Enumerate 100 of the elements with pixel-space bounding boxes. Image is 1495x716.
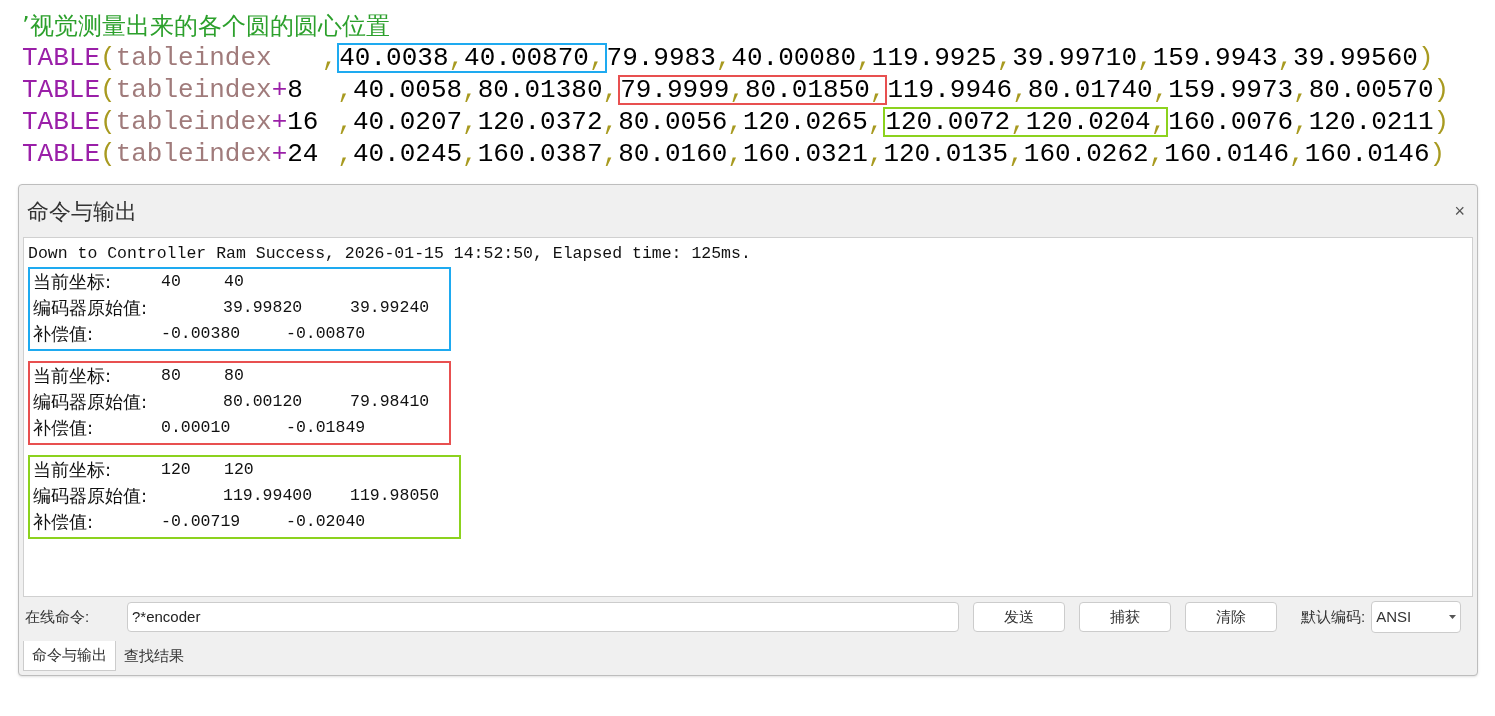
separator: , xyxy=(448,45,465,71)
output-label: 编码器原始值: xyxy=(33,390,148,414)
dropdown-caret-icon xyxy=(1449,615,1457,619)
output-label: 当前坐标: xyxy=(33,364,112,388)
output-value: 0.00010 xyxy=(161,417,231,439)
action-button[interactable]: 发送 xyxy=(973,602,1065,632)
parenthesis: ( xyxy=(100,105,116,139)
output-label: 编码器原始值: xyxy=(33,484,148,508)
action-button[interactable]: 捕获 xyxy=(1079,602,1171,632)
number-value: 159.9943 xyxy=(1152,41,1278,75)
number-value: 119.9925 xyxy=(871,41,997,75)
separator: , xyxy=(1150,109,1167,135)
number-value: 80.00570 xyxy=(1308,73,1434,107)
number-value: 120.0211 xyxy=(1308,105,1434,139)
number-value: 160.0262 xyxy=(1023,137,1149,171)
output-value: 120 xyxy=(161,459,191,481)
number-value: 80.0160 xyxy=(618,137,728,171)
number-value: 160.0321 xyxy=(742,137,868,171)
variable-name: tableindex xyxy=(115,105,272,139)
output-value: 80.00120 xyxy=(223,391,303,413)
output-value: -0.01849 xyxy=(286,417,366,439)
separator: , xyxy=(729,77,745,103)
separator: , xyxy=(602,137,619,171)
command-field[interactable]: ?*encoder xyxy=(127,602,959,632)
separator: , xyxy=(1289,137,1305,171)
separator: , xyxy=(727,137,743,171)
encoding-label: 默认编码: xyxy=(1301,606,1366,627)
panel-tab[interactable]: 查找结果 xyxy=(116,641,192,671)
output-value: 80 xyxy=(161,365,181,387)
number-value: 40.00080 xyxy=(731,41,857,75)
number-value: 40.0058 xyxy=(352,73,463,107)
number-value: 120.0372 xyxy=(477,105,603,139)
separator: , xyxy=(1293,105,1309,139)
panel-title: 命令与输出 xyxy=(27,197,137,226)
code-comment: ’视觉测量出来的各个圆的圆心位置 xyxy=(22,11,391,42)
separator: , xyxy=(1152,73,1169,107)
number-value: 80.01740 xyxy=(1027,73,1153,107)
number-value: 39.99560 xyxy=(1293,41,1418,75)
keyword: TABLE xyxy=(22,105,100,139)
number-value: 160.0076 xyxy=(1168,105,1294,139)
separator: , xyxy=(602,73,619,107)
separator: , xyxy=(602,105,619,139)
parenthesis: ( xyxy=(100,41,116,75)
operator: + xyxy=(271,105,288,139)
number-value: 120.0072 xyxy=(885,109,1011,135)
separator: , xyxy=(996,41,1013,75)
output-label: 补偿值: xyxy=(33,322,94,346)
number-value: 40.0038 xyxy=(339,45,449,71)
offset-number: 8 xyxy=(287,74,303,105)
separator: , xyxy=(1277,41,1294,75)
output-value: 80 xyxy=(224,365,244,387)
panel-tab[interactable]: 命令与输出 xyxy=(23,641,116,671)
separator: , xyxy=(1008,137,1024,171)
separator: , xyxy=(867,137,884,171)
output-value: 119.99400 xyxy=(223,485,313,507)
action-button[interactable]: 清除 xyxy=(1185,602,1277,632)
keyword: TABLE xyxy=(22,137,100,171)
number-value: 80.0056 xyxy=(618,105,728,139)
separator: , xyxy=(1137,41,1153,75)
parenthesis: ( xyxy=(100,73,116,107)
separator: , xyxy=(715,41,732,75)
keyword: TABLE xyxy=(22,73,100,107)
encoding-select[interactable]: ANSI xyxy=(1371,601,1462,633)
output-value: 119.98050 xyxy=(350,485,440,507)
output-value: -0.02040 xyxy=(286,511,366,533)
separator: , xyxy=(856,41,872,75)
number-value: 40.0245 xyxy=(352,137,463,171)
variable-name: tableindex xyxy=(115,73,272,107)
parenthesis: ( xyxy=(100,137,116,171)
number-value: 160.0146 xyxy=(1304,137,1430,171)
number-value: 160.0387 xyxy=(477,137,603,171)
separator: , xyxy=(337,105,353,139)
number-value: 40.0207 xyxy=(352,105,463,139)
number-value: 159.9973 xyxy=(1168,73,1294,107)
separator: , xyxy=(462,137,478,171)
output-value: 79.98410 xyxy=(350,391,430,413)
number-value: 40.00870 xyxy=(464,45,589,71)
close-button[interactable]: × xyxy=(1450,197,1469,225)
number-value: 79.9999 xyxy=(620,77,730,103)
number-value: 160.0146 xyxy=(1164,137,1290,171)
keyword: TABLE xyxy=(22,41,100,75)
separator: , xyxy=(1148,137,1165,171)
number-value: 79.9983 xyxy=(606,41,716,75)
output-value: -0.00870 xyxy=(286,323,366,345)
separator: ) xyxy=(1417,41,1434,75)
output-value: 39.99240 xyxy=(350,297,430,319)
separator: , xyxy=(867,105,884,139)
separator: ) xyxy=(1433,73,1450,107)
separator: , xyxy=(337,73,353,107)
separator: , xyxy=(462,73,478,107)
separator: , xyxy=(588,45,605,71)
output-value: 40 xyxy=(224,271,244,293)
separator: , xyxy=(1293,73,1309,107)
output-label: 当前坐标: xyxy=(33,458,112,482)
number-value: 80.01850 xyxy=(744,77,870,103)
separator: ) xyxy=(1433,105,1450,139)
separator: , xyxy=(1012,73,1028,107)
output-label: 补偿值: xyxy=(33,416,94,440)
number-value: 119.9946 xyxy=(887,73,1013,107)
separator: , xyxy=(337,137,353,171)
